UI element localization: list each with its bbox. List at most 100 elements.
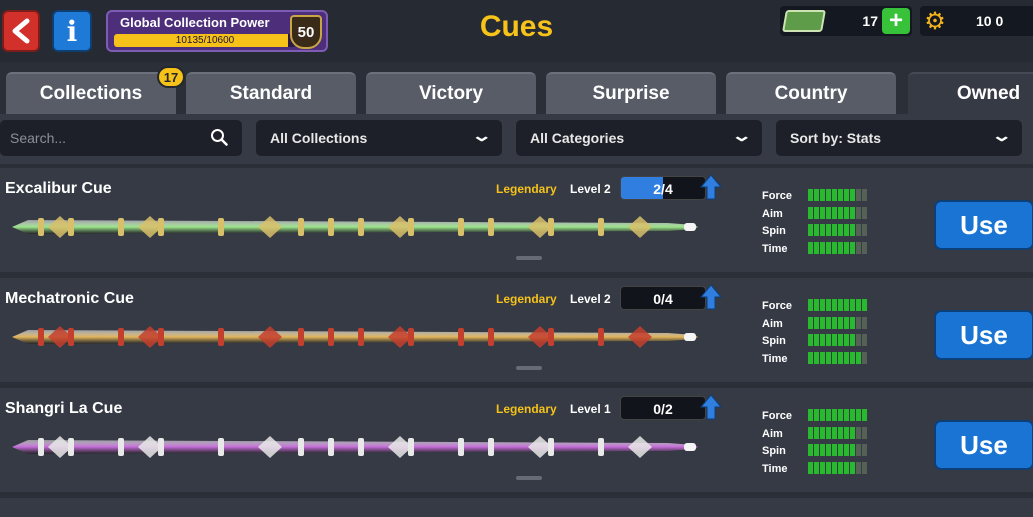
cue-row[interactable]: Shangri La Cue Legendary Level 1 0/2 For…: [0, 388, 1033, 492]
tab-owned[interactable]: Owned: [908, 72, 1033, 114]
chevron-down-icon: ⌄: [730, 128, 753, 145]
stat-label: Aim: [762, 207, 783, 220]
stat-segment: [850, 206, 855, 219]
cue-name: Excalibur Cue: [5, 180, 112, 197]
tab-victory[interactable]: Victory: [366, 72, 536, 114]
stat-label: Spin: [762, 225, 786, 237]
tab-label: Standard: [229, 83, 313, 104]
stat-segment: [838, 224, 843, 236]
stat-segment: [832, 334, 837, 346]
stat-segment: [826, 206, 831, 219]
upgrade-arrow-icon[interactable]: [700, 284, 722, 310]
cue-name: Mechatronic Cue: [5, 290, 134, 307]
tab-label: Surprise: [592, 83, 670, 104]
stat-segment: [850, 334, 855, 346]
tab-surprise[interactable]: Surprise: [546, 72, 716, 114]
use-button-label: Use: [960, 209, 1008, 240]
stat-segment: [832, 444, 837, 456]
stat-bar: [808, 444, 867, 456]
stat-segment: [832, 409, 837, 421]
add-cash-button[interactable]: +: [882, 7, 910, 34]
stat-segment: [808, 461, 813, 474]
use-cue-button[interactable]: Use: [934, 420, 1033, 470]
cue-rarity: Legendary: [496, 182, 557, 196]
stat-segment: [838, 189, 843, 201]
stat-label: Spin: [762, 335, 786, 347]
stat-segment: [832, 461, 837, 474]
stat-segment: [814, 444, 819, 456]
tab-country[interactable]: Country: [726, 72, 896, 114]
stat-segment: [862, 409, 867, 421]
cue-image: [12, 326, 698, 348]
stat-segment: [808, 426, 813, 439]
stat-segment: [856, 189, 861, 201]
stat-segment: [832, 299, 837, 311]
upgrade-arrow-icon[interactable]: [700, 174, 722, 200]
stat-segment: [820, 351, 825, 364]
stat-segment: [856, 206, 861, 219]
categories-dropdown[interactable]: All Categories ⌄: [516, 120, 762, 156]
stat-segment: [814, 409, 819, 421]
stat-label: Force: [762, 190, 792, 202]
stat-segment: [862, 351, 867, 364]
use-cue-button[interactable]: Use: [934, 310, 1033, 360]
stat-segment: [862, 206, 867, 219]
upgrade-arrow-icon[interactable]: [700, 394, 722, 420]
stat-spin: Spin: [762, 333, 882, 351]
sort-dropdown[interactable]: Sort by: Stats ⌄: [776, 120, 1022, 156]
row-divider-handle: [516, 476, 542, 480]
stat-segment: [832, 316, 837, 329]
category-tabs: Collections 17 Standard Victory Surprise…: [0, 66, 1033, 114]
stat-segment: [814, 351, 819, 364]
stat-segment: [850, 409, 855, 421]
use-button-label: Use: [960, 429, 1008, 460]
stat-segment: [820, 241, 825, 254]
stat-time: Time: [762, 461, 882, 479]
cue-row-partial[interactable]: [0, 498, 1033, 517]
upgrade-progress-text: 0/4: [653, 291, 673, 307]
collections-dropdown[interactable]: All Collections ⌄: [256, 120, 502, 156]
cue-name: Shangri La Cue: [5, 400, 123, 417]
stat-segment: [844, 351, 849, 364]
cue-row[interactable]: Excalibur Cue Legendary Level 2 2/4 Forc…: [0, 168, 1033, 272]
stat-segment: [838, 351, 843, 364]
upgrade-progress: 0/2: [620, 396, 706, 420]
stat-label: Time: [762, 242, 788, 255]
cue-row[interactable]: Mechatronic Cue Legendary Level 2 0/4 Fo…: [0, 278, 1033, 382]
stat-bar: [808, 461, 867, 474]
stat-segment: [832, 351, 837, 364]
row-divider-handle: [516, 256, 542, 260]
stat-time: Time: [762, 351, 882, 369]
stat-segment: [862, 241, 867, 254]
stat-segment: [856, 409, 861, 421]
stat-segment: [862, 426, 867, 439]
stat-label: Force: [762, 410, 792, 422]
tab-standard[interactable]: Standard: [186, 72, 356, 114]
search-input[interactable]: [10, 130, 190, 146]
search-box[interactable]: [0, 120, 242, 156]
stat-segment: [808, 206, 813, 219]
stat-segment: [838, 206, 843, 219]
stat-segment: [844, 299, 849, 311]
stat-segment: [820, 206, 825, 219]
stat-segment: [826, 409, 831, 421]
stat-segment: [850, 224, 855, 236]
stat-segment: [814, 206, 819, 219]
stat-segment: [856, 299, 861, 311]
stat-segment: [820, 224, 825, 236]
search-icon[interactable]: [210, 128, 228, 146]
stat-segment: [820, 426, 825, 439]
stat-segment: [826, 316, 831, 329]
stat-segment: [820, 189, 825, 201]
stat-segment: [808, 316, 813, 329]
tab-collections[interactable]: Collections: [6, 72, 176, 114]
stat-force: Force: [762, 188, 882, 206]
use-cue-button[interactable]: Use: [934, 200, 1033, 250]
stat-segment: [814, 299, 819, 311]
stat-segment: [850, 241, 855, 254]
settings-gear-icon[interactable]: ⚙: [922, 8, 948, 35]
stat-segment: [808, 299, 813, 311]
stat-segment: [832, 206, 837, 219]
stat-bar: [808, 206, 867, 219]
stat-segment: [862, 189, 867, 201]
